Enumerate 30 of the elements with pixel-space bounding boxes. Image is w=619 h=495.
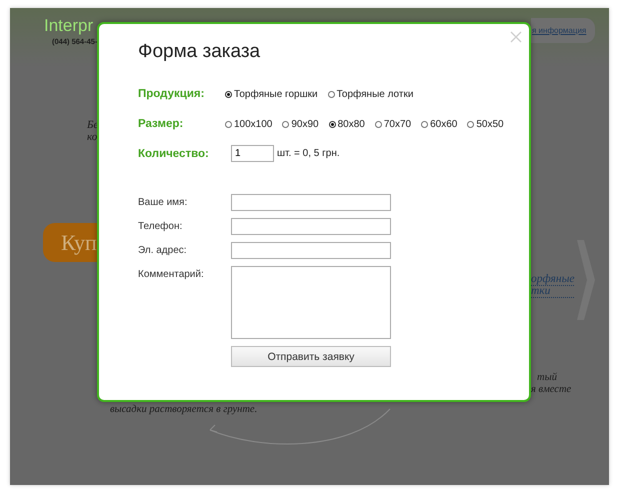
submit-button[interactable]: Отправить заявку xyxy=(231,346,391,367)
field-label: Эл. адрес: xyxy=(138,244,188,256)
price-text: шт. = 0, 5 грн. xyxy=(277,148,341,159)
body-text: ко xyxy=(87,131,98,143)
dialog-title: Форма заказа xyxy=(138,41,262,63)
next-arrow-icon[interactable] xyxy=(575,240,595,320)
radio-option[interactable]: Торфяные лотки xyxy=(328,88,414,100)
field-label: Размер: xyxy=(138,118,184,130)
radio-option[interactable]: 80x80 xyxy=(328,118,365,130)
field-label: Комментарий: xyxy=(138,268,205,280)
quantity-field[interactable]: 1 xyxy=(231,145,274,162)
radio-option[interactable]: Торфяные горшки xyxy=(225,88,318,100)
input-field[interactable] xyxy=(231,194,391,211)
body-text: тый xyxy=(537,372,558,384)
radio-option[interactable]: 50x50 xyxy=(467,118,504,130)
body-text: высадки растворяется в грунте. xyxy=(110,404,258,415)
comment-field[interactable] xyxy=(231,266,391,339)
field-label: Количество: xyxy=(138,148,210,160)
input-field[interactable] xyxy=(231,242,391,259)
radio-option[interactable]: 100x100 xyxy=(225,118,272,130)
logo-text: Interpr xyxy=(44,16,94,36)
field-label: Телефон: xyxy=(138,220,184,232)
body-text: я вместе xyxy=(531,384,572,396)
radio-option[interactable]: 90x90 xyxy=(282,118,319,130)
field-label: Продукция: xyxy=(138,88,206,100)
close-icon[interactable] xyxy=(510,31,522,43)
field-label: Ваше имя: xyxy=(138,196,188,208)
radio-option[interactable]: 60x60 xyxy=(421,118,458,130)
input-field[interactable] xyxy=(231,218,391,235)
radio-option[interactable]: 70x70 xyxy=(374,118,412,130)
